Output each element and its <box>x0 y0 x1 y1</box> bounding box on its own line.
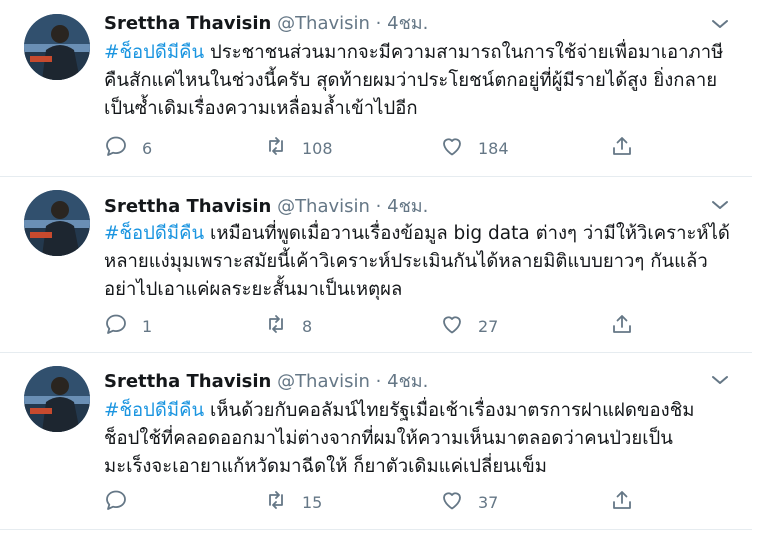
retweet-icon <box>264 488 288 516</box>
heart-icon <box>440 134 464 162</box>
like-button[interactable]: 27 <box>440 311 498 341</box>
timestamp[interactable]: 4ชม. <box>387 196 428 217</box>
retweet-count: 8 <box>302 316 313 336</box>
tweet[interactable]: Srettha Thavisin @Thavisin · 4ชม. #ช็อปด… <box>0 353 752 530</box>
tweet-header: Srettha Thavisin @Thavisin · 4ชม. <box>104 371 428 393</box>
chevron-down-icon[interactable] <box>708 193 732 217</box>
timestamp[interactable]: 4ชม. <box>387 371 428 392</box>
reply-icon <box>104 488 128 516</box>
tweet-line: ช็อปใช้ที่คลอดออกมาไม่ต่างจากที่ผมให้ควา… <box>104 428 673 449</box>
tweet-actions: 6 108 184 <box>104 133 664 163</box>
tweet-line-text: เหมือนที่พูดเมื่อวานเรื่องข้อมูล big dat… <box>204 223 730 244</box>
tweet-header: Srettha Thavisin @Thavisin · 4ชม. <box>104 196 428 218</box>
reply-count: 1 <box>142 316 153 336</box>
tweet[interactable]: Srettha Thavisin @Thavisin · 4ชม. #ช็อปด… <box>0 177 752 353</box>
reply-icon <box>104 134 128 162</box>
reply-icon <box>104 312 128 340</box>
retweet-count: 15 <box>302 492 323 512</box>
tweet[interactable]: Srettha Thavisin @Thavisin · 4ชม. #ช็อปด… <box>0 0 752 177</box>
author-name[interactable]: Srettha Thavisin <box>104 13 271 34</box>
reply-button[interactable]: 6 <box>104 133 152 163</box>
separator-dot: · <box>375 13 382 34</box>
tweet-line: มะเร็งจะเอายาแก้หวัดมาฉีดให้ ก็ยาตัวเดิม… <box>104 456 547 477</box>
tweet-line: คืนสักแค่ไหนในช่วงนี้ครับ สุดท้ายผมว่าปร… <box>104 70 718 91</box>
retweet-button[interactable]: 8 <box>264 311 312 341</box>
share-icon <box>610 312 634 340</box>
avatar[interactable] <box>24 190 90 256</box>
tweet-line: หลายแง่มุมเพราะสมัยนี้เค้าวิเคราะห์ประเม… <box>104 251 708 272</box>
avatar[interactable] <box>24 14 90 80</box>
retweet-button[interactable]: 15 <box>264 487 322 517</box>
author-handle[interactable]: @Thavisin <box>277 13 370 34</box>
timestamp[interactable]: 4ชม. <box>387 13 428 34</box>
retweet-icon <box>264 134 288 162</box>
hashtag-link[interactable]: #ช็อปดีมีคืน <box>104 223 204 244</box>
author-name[interactable]: Srettha Thavisin <box>104 371 271 392</box>
avatar[interactable] <box>24 366 90 432</box>
heart-icon <box>440 488 464 516</box>
like-button[interactable]: 184 <box>440 133 509 163</box>
tweet-text: #ช็อปดีมีคืน เหมือนที่พูดเมื่อวานเรื่องข… <box>104 220 740 304</box>
retweet-icon <box>264 312 288 340</box>
tweet-line-text: เห็นด้วยกับคอลัมน์ไทยรัฐเมื่อเช้าเรื่องม… <box>204 400 695 421</box>
heart-icon <box>440 312 464 340</box>
hashtag-link[interactable]: #ช็อปดีมีคืน <box>104 400 204 421</box>
reply-button[interactable] <box>104 487 142 517</box>
like-count: 27 <box>478 316 499 336</box>
like-count: 184 <box>478 138 509 158</box>
tweet-header: Srettha Thavisin @Thavisin · 4ชม. <box>104 13 428 35</box>
tweet-text: #ช็อปดีมีคืน เห็นด้วยกับคอลัมน์ไทยรัฐเมื… <box>104 397 740 481</box>
like-count: 37 <box>478 492 499 512</box>
share-button[interactable] <box>610 311 634 341</box>
tweet-line: #ช็อปดีมีคืน เหมือนที่พูดเมื่อวานเรื่องข… <box>104 220 740 248</box>
like-button[interactable]: 37 <box>440 487 498 517</box>
share-icon <box>610 488 634 516</box>
retweet-button[interactable]: 108 <box>264 133 333 163</box>
author-name[interactable]: Srettha Thavisin <box>104 196 271 217</box>
retweet-count: 108 <box>302 138 333 158</box>
tweet-text: #ช็อปดีมีคืน ประชาชนส่วนมากจะมีความสามาร… <box>104 39 740 123</box>
tweet-line: #ช็อปดีมีคืน ประชาชนส่วนมากจะมีความสามาร… <box>104 39 740 67</box>
separator-dot: · <box>375 196 382 217</box>
reply-count: 6 <box>142 138 153 158</box>
share-button[interactable] <box>610 487 634 517</box>
author-handle[interactable]: @Thavisin <box>277 371 370 392</box>
tweet-line-text: ประชาชนส่วนมากจะมีความสามารถในการใช้จ่าย… <box>204 42 724 63</box>
author-handle[interactable]: @Thavisin <box>277 196 370 217</box>
tweet-actions: 15 37 <box>104 487 664 517</box>
tweet-actions: 1 8 27 <box>104 311 664 341</box>
chevron-down-icon[interactable] <box>708 12 732 36</box>
tweet-line: เป็นซ้ำเดิมเรื่องความเหลื่อมล้ำเข้าไปอีก <box>104 98 418 119</box>
chevron-down-icon[interactable] <box>708 368 732 392</box>
tweet-line: อย่าไปเอาแค่ผลระยะสั้นมาเป็นเหตุผล <box>104 279 403 300</box>
share-icon <box>610 134 634 162</box>
hashtag-link[interactable]: #ช็อปดีมีคืน <box>104 42 204 63</box>
share-button[interactable] <box>610 133 634 163</box>
separator-dot: · <box>375 371 382 392</box>
tweet-line: #ช็อปดีมีคืน เห็นด้วยกับคอลัมน์ไทยรัฐเมื… <box>104 397 740 425</box>
reply-button[interactable]: 1 <box>104 311 152 341</box>
